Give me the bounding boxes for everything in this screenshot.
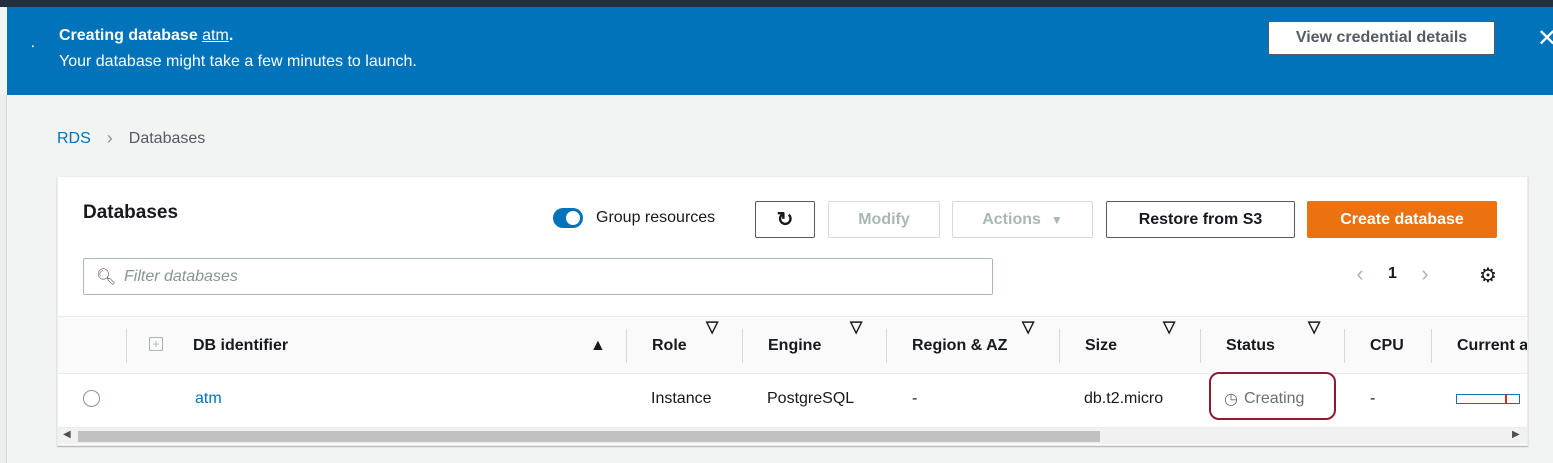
filter-databases-field[interactable]: 🔍︎ [83,258,993,295]
top-nav-strip [0,0,1553,7]
page-number[interactable]: 1 [1388,265,1397,283]
gear-icon[interactable]: ⚙ [1479,263,1497,288]
table-header: + DB identifier ▲ Role ▽ Engine ▽ Region… [58,316,1527,375]
column-db-identifier[interactable]: DB identifier [193,317,288,375]
refresh-button[interactable]: ↻ [755,201,815,238]
loading-spinner-icon: ⸳ [31,36,35,52]
sort-icon[interactable]: ▽ [850,317,862,337]
activity-marker [1505,394,1507,404]
actions-button[interactable]: Actions ▼ [952,201,1093,238]
column-separator [626,329,627,363]
row-select-radio[interactable] [83,390,100,407]
restore-from-s3-button[interactable]: Restore from S3 [1106,201,1295,238]
refresh-icon: ↻ [776,209,794,231]
cell-size: db.t2.micro [1084,390,1164,407]
create-database-button[interactable]: Create database [1307,201,1497,238]
column-separator [1344,329,1345,363]
sort-icon[interactable]: ▽ [1022,317,1034,337]
horizontal-scrollbar[interactable]: ◀ ▶ [58,427,1527,444]
banner-title: Creating database atm. [59,27,234,44]
modify-button[interactable]: Modify [828,201,940,238]
chevron-left-icon[interactable]: ‹ [1350,261,1370,287]
databases-panel: Databases Group resources ↻ Modify Actio… [57,176,1528,446]
sort-icon[interactable]: ▽ [1308,317,1320,337]
expand-all-icon[interactable]: + [149,337,163,351]
caret-down-icon: ▼ [1050,212,1063,227]
activity-bar [1456,394,1520,404]
column-status[interactable]: Status [1226,317,1275,375]
close-icon[interactable]: ✕ [1537,24,1553,53]
chevron-right-icon[interactable]: › [1415,261,1435,287]
panel-title: Databases [83,202,179,223]
banner-subtitle: Your database might take a few minutes t… [59,53,417,70]
scrollbar-thumb[interactable] [78,431,1100,442]
breadcrumb-databases: Databases [128,129,206,147]
group-resources-toggle[interactable]: Group resources [553,208,715,228]
db-identifier-link[interactable]: atm [195,374,222,424]
column-region-az[interactable]: Region & AZ [912,317,1007,375]
column-separator [1200,329,1201,363]
sort-icon[interactable]: ▽ [706,317,718,337]
search-icon: 🔍︎ [96,268,117,286]
scroll-left-icon[interactable]: ◀ [63,429,71,440]
side-navigation-collapsed[interactable] [0,95,7,463]
column-size[interactable]: Size [1085,317,1117,375]
column-role[interactable]: Role [652,317,687,375]
cell-cpu: - [1370,390,1376,407]
chevron-right-icon: › [106,128,113,148]
sort-icon[interactable]: ▽ [1163,317,1175,337]
column-engine[interactable]: Engine [768,317,821,375]
sort-ascending-icon[interactable]: ▲ [590,337,606,355]
status-highlight-annotation [1209,372,1336,420]
column-separator [1059,329,1060,363]
cell-role: Instance [651,390,712,407]
group-resources-label: Group resources [596,209,716,226]
pagination: ‹ 1 › [1350,261,1435,287]
column-cpu[interactable]: CPU [1370,317,1404,375]
view-credential-details-button[interactable]: View credential details [1268,21,1495,55]
column-separator [886,329,887,363]
flash-banner: ⸳ Creating database atm. Your database m… [7,7,1553,95]
search-input[interactable] [124,267,992,286]
breadcrumb: RDS › Databases [57,128,205,149]
column-separator [126,329,127,363]
scroll-right-icon[interactable]: ▶ [1512,429,1520,440]
column-separator [742,329,743,363]
column-separator [1431,329,1432,363]
cell-engine: PostgreSQL [767,390,855,407]
breadcrumb-rds[interactable]: RDS [57,130,91,148]
banner-db-link[interactable]: atm [202,27,229,44]
toggle-switch[interactable] [553,208,583,228]
column-current-activity[interactable]: Current a [1457,317,1527,375]
cell-region: - [912,390,918,407]
